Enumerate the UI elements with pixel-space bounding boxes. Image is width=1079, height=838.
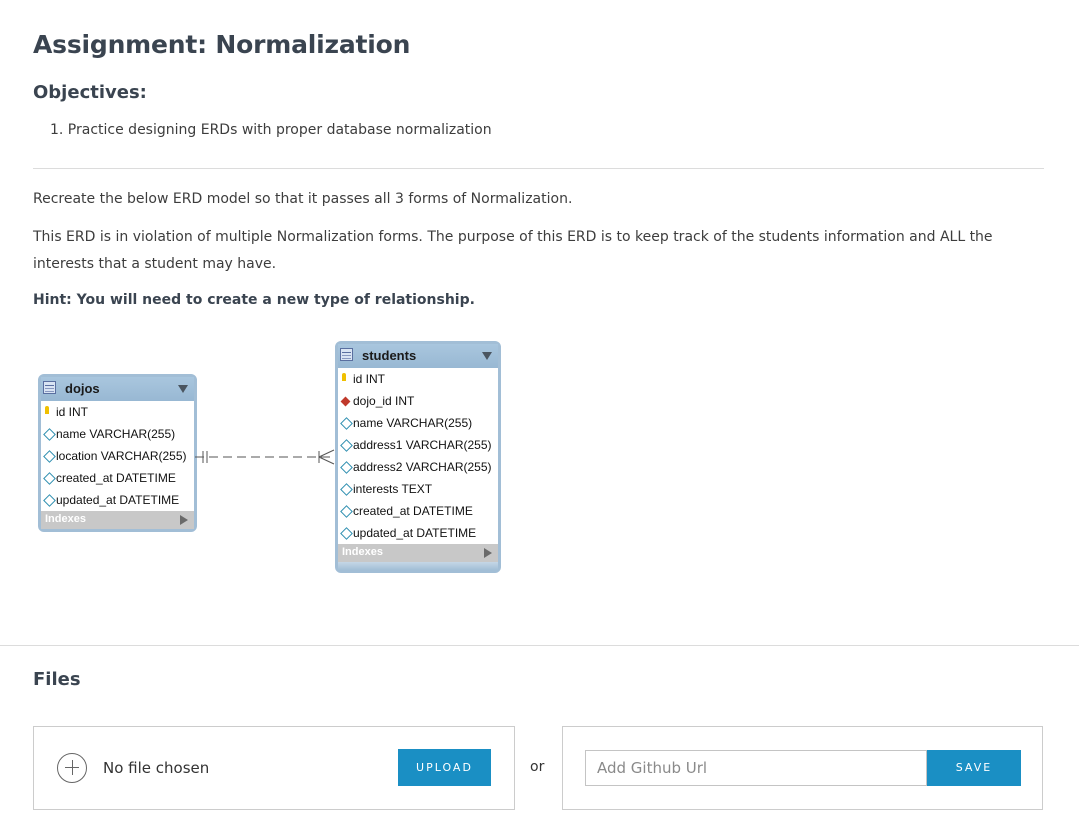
erd-indexes-bar: Indexes: [338, 544, 498, 562]
erd-column-row: id INT: [41, 401, 194, 423]
attribute-icon: [43, 428, 56, 441]
attribute-icon: [340, 417, 353, 430]
page-title: Assignment: Normalization: [33, 30, 411, 59]
divider: [33, 168, 1044, 169]
erd-column-row: address2 VARCHAR(255): [338, 456, 498, 478]
erd-column-label: created_at DATETIME: [353, 504, 473, 518]
attribute-icon: [340, 527, 353, 540]
erd-column-label: name VARCHAR(255): [353, 416, 473, 430]
erd-column-row: created_at DATETIME: [338, 500, 498, 522]
attribute-icon: [340, 505, 353, 518]
collapse-arrow-icon: [178, 385, 188, 393]
objective-item: 1. Practice designing ERDs with proper d…: [50, 122, 492, 138]
erd-table-footer: [338, 562, 498, 570]
objectives-heading: Objectives:: [33, 82, 147, 103]
erd-column-row: created_at DATETIME: [41, 467, 194, 489]
add-file-icon[interactable]: [57, 753, 87, 783]
save-button[interactable]: SAVE: [927, 750, 1021, 786]
upload-button[interactable]: UPLOAD: [398, 749, 491, 786]
erd-column-label: updated_at DATETIME: [56, 493, 180, 507]
github-url-input[interactable]: [585, 750, 927, 786]
erd-column-label: id INT: [56, 405, 89, 419]
erd-table-dojos: dojos id INT name VARCHAR(255) location VA…: [38, 374, 197, 532]
erd-column-label: address2 VARCHAR(255): [353, 460, 492, 474]
collapse-arrow-icon: [482, 352, 492, 360]
erd-table-header: dojos: [41, 377, 194, 401]
expand-arrow-icon: [180, 515, 188, 525]
section-divider: [0, 645, 1079, 646]
indexes-label: Indexes: [45, 513, 86, 525]
file-upload-panel: No file chosen UPLOAD: [33, 726, 515, 810]
attribute-icon: [340, 439, 353, 452]
erd-table-name: students: [362, 348, 417, 363]
github-url-panel: SAVE: [562, 726, 1043, 810]
primary-key-icon: [342, 373, 346, 381]
erd-column-row: updated_at DATETIME: [338, 522, 498, 544]
erd-columns: id INT dojo_id INT name VARCHAR(255) addres…: [338, 368, 498, 544]
table-icon: [43, 381, 56, 394]
erd-column-row: name VARCHAR(255): [338, 412, 498, 434]
one-to-many-relationship-line: [195, 449, 335, 465]
description-text: This ERD is in violation of multiple Nor…: [33, 229, 993, 272]
erd-columns: id INT name VARCHAR(255) location VARCHAR(…: [41, 401, 194, 511]
erd-column-row: name VARCHAR(255): [41, 423, 194, 445]
hint-text: Hint: You will need to create a new type…: [33, 292, 475, 308]
primary-key-icon: [45, 406, 49, 414]
attribute-icon: [43, 472, 56, 485]
erd-column-label: address1 VARCHAR(255): [353, 438, 492, 452]
erd-column-label: updated_at DATETIME: [353, 526, 477, 540]
erd-column-row: address1 VARCHAR(255): [338, 434, 498, 456]
erd-column-label: interests TEXT: [353, 482, 433, 496]
no-file-chosen-text: No file chosen: [103, 759, 210, 777]
expand-arrow-icon: [484, 548, 492, 558]
files-heading: Files: [33, 669, 81, 690]
foreign-key-icon: [340, 396, 351, 407]
erd-column-label: name VARCHAR(255): [56, 427, 176, 441]
indexes-label: Indexes: [342, 546, 383, 558]
erd-column-row: dojo_id INT: [338, 390, 498, 412]
attribute-icon: [43, 450, 56, 463]
erd-column-label: created_at DATETIME: [56, 471, 176, 485]
table-icon: [340, 348, 353, 361]
erd-indexes-bar: Indexes: [41, 511, 194, 529]
attribute-icon: [43, 494, 56, 507]
erd-table-header: students: [338, 344, 498, 368]
erd-column-label: id INT: [353, 372, 386, 386]
erd-table-students: students id INT dojo_id INT name VARCHAR(2…: [335, 341, 501, 573]
erd-column-row: interests TEXT: [338, 478, 498, 500]
erd-column-row: updated_at DATETIME: [41, 489, 194, 511]
erd-column-label: location VARCHAR(255): [56, 449, 187, 463]
or-separator: or: [530, 759, 545, 775]
attribute-icon: [340, 483, 353, 496]
intro-text: Recreate the below ERD model so that it …: [33, 191, 573, 207]
attribute-icon: [340, 461, 353, 474]
erd-table-name: dojos: [65, 381, 100, 396]
erd-column-row: id INT: [338, 368, 498, 390]
erd-column-row: location VARCHAR(255): [41, 445, 194, 467]
erd-column-label: dojo_id INT: [353, 394, 415, 408]
